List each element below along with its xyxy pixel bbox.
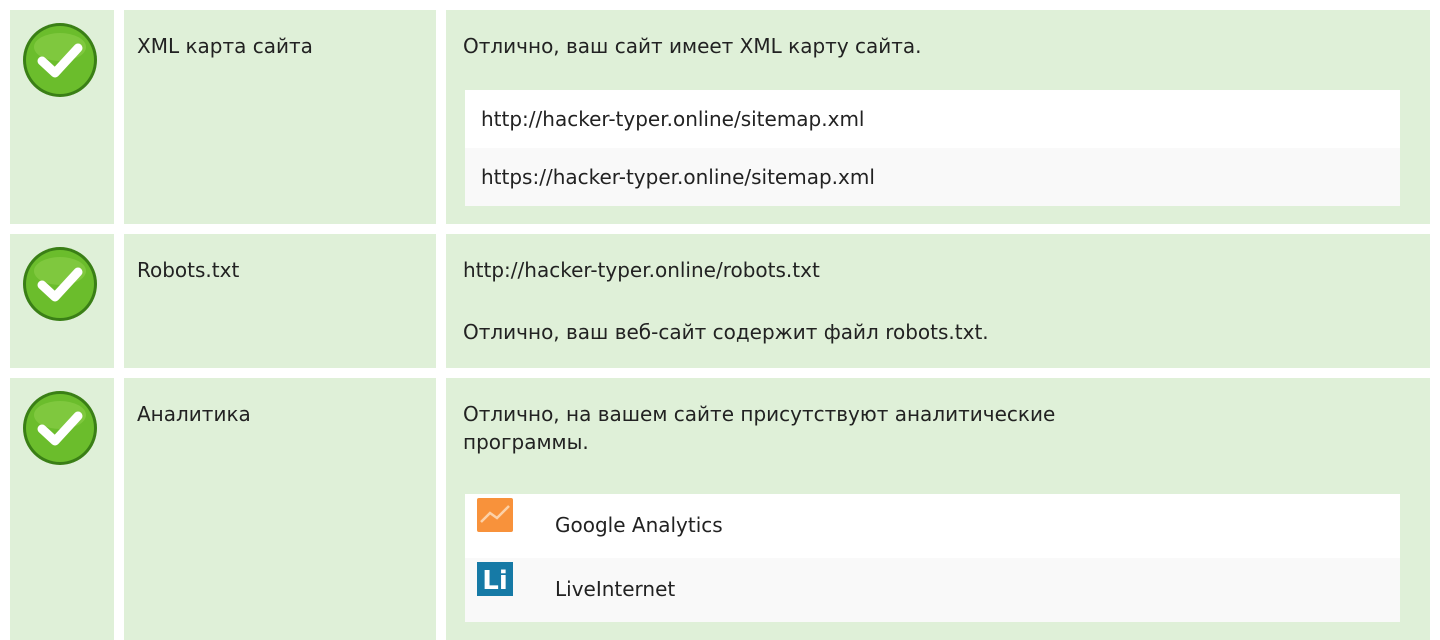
check-icon xyxy=(23,391,97,465)
status-cell xyxy=(10,378,114,640)
sitemap-url: http://hacker-typer.online/sitemap.xml xyxy=(481,107,865,131)
robots-url: http://hacker-typer.online/robots.txt xyxy=(463,258,820,282)
list-item: http://hacker-typer.online/sitemap.xml xyxy=(465,90,1400,148)
analytics-list: Google Analytics Li LiveInternet xyxy=(465,494,1400,622)
body-cell: Отлично, ваш сайт имеет XML карту сайта.… xyxy=(446,10,1430,224)
check-icon xyxy=(23,23,97,97)
list-item: Li LiveInternet xyxy=(465,558,1400,622)
status-cell xyxy=(10,10,114,224)
status-cell xyxy=(10,234,114,368)
result-message-line1: Отлично, на вашем сайте присутствуют ана… xyxy=(463,402,1056,426)
liveinternet-icon-text: Li xyxy=(482,566,507,596)
analytics-name: Google Analytics xyxy=(555,513,723,537)
result-message: Отлично, ваш сайт имеет XML карту сайта. xyxy=(463,34,922,58)
sitemap-list: http://hacker-typer.online/sitemap.xml h… xyxy=(465,90,1400,206)
sitemap-url: https://hacker-typer.online/sitemap.xml xyxy=(481,165,875,189)
list-item: Google Analytics xyxy=(465,494,1400,558)
result-message-line2: программы. xyxy=(463,430,589,454)
body-cell: Отлично, на вашем сайте присутствуют ана… xyxy=(446,378,1430,640)
check-name: Аналитика xyxy=(137,402,251,426)
result-message: Отлично, ваш веб-сайт содержит файл robo… xyxy=(463,320,989,344)
analytics-name: LiveInternet xyxy=(555,577,676,601)
name-cell: XML карта сайта xyxy=(124,10,436,224)
result-row-robots: Robots.txt http://hacker-typer.online/ro… xyxy=(0,234,1440,368)
liveinternet-icon: Li xyxy=(477,562,513,596)
check-icon xyxy=(23,247,97,321)
list-item: https://hacker-typer.online/sitemap.xml xyxy=(465,148,1400,206)
result-row-analytics: Аналитика Отлично, на вашем сайте присут… xyxy=(0,378,1440,640)
name-cell: Robots.txt xyxy=(124,234,436,368)
check-name: Robots.txt xyxy=(137,258,240,282)
result-row-sitemap: XML карта сайта Отлично, ваш сайт имеет … xyxy=(0,10,1440,224)
name-cell: Аналитика xyxy=(124,378,436,640)
body-cell: http://hacker-typer.online/robots.txt От… xyxy=(446,234,1430,368)
google-analytics-icon xyxy=(477,498,513,532)
check-name: XML карта сайта xyxy=(137,34,313,58)
